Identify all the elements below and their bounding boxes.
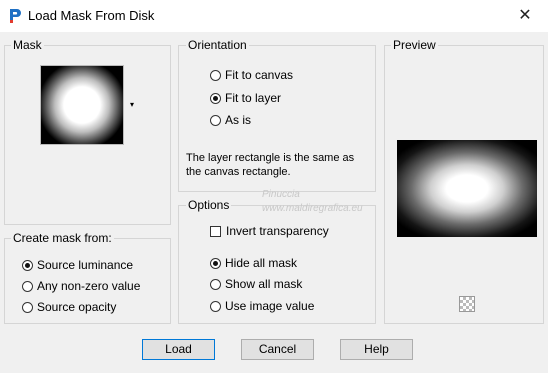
- invert-transparency-checkbox[interactable]: Invert transparency: [210, 224, 329, 238]
- radio-label: Fit to canvas: [225, 68, 294, 82]
- radio-label: Show all mask: [225, 277, 303, 291]
- radio-dot[interactable]: [210, 114, 221, 126]
- radio-label: Fit to layer: [225, 91, 282, 105]
- options-group-label: Options: [186, 198, 232, 212]
- radio-fit-to-canvas[interactable]: Fit to canvas: [210, 68, 293, 82]
- radio-label: Source luminance: [37, 258, 134, 272]
- close-icon[interactable]: ✕: [502, 0, 548, 32]
- mask-group-label: Mask: [11, 38, 44, 52]
- orientation-description: The layer rectangle is the same as the c…: [186, 152, 355, 178]
- radio-label: Hide all mask: [225, 256, 298, 270]
- radio-dot[interactable]: [22, 301, 33, 313]
- radio-dot[interactable]: [22, 259, 33, 271]
- cancel-button[interactable]: Cancel: [241, 339, 314, 360]
- radio-dot[interactable]: [210, 257, 221, 269]
- radio-dot[interactable]: [210, 300, 221, 312]
- preview-group-label: Preview: [391, 38, 438, 52]
- help-button[interactable]: Help: [340, 339, 413, 360]
- checkbox-box[interactable]: [210, 225, 221, 237]
- window-title: Load Mask From Disk: [28, 8, 155, 23]
- watermark-line2: www.maldiregrafica.eu: [262, 203, 363, 214]
- radio-source-opacity[interactable]: Source opacity: [22, 300, 116, 314]
- radio-show-all-mask[interactable]: Show all mask: [210, 277, 302, 291]
- radio-source-luminance[interactable]: Source luminance: [22, 258, 133, 272]
- radio-label: Source opacity: [37, 300, 117, 314]
- checkbox-label: Invert transparency: [226, 224, 329, 238]
- radio-use-image-value[interactable]: Use image value: [210, 299, 314, 313]
- radio-any-non-zero-value[interactable]: Any non-zero value: [22, 279, 140, 293]
- transparency-toggle-icon[interactable]: [459, 296, 475, 312]
- radio-hide-all-mask[interactable]: Hide all mask: [210, 256, 297, 270]
- radio-dot[interactable]: [210, 69, 221, 81]
- radio-label: Use image value: [225, 299, 315, 313]
- title-bar: Load Mask From Disk ✕: [0, 0, 548, 32]
- paint-shop-pro-icon: [10, 9, 21, 23]
- load-button[interactable]: Load: [142, 339, 215, 360]
- radio-dot[interactable]: [210, 278, 221, 290]
- radio-label: Any non-zero value: [37, 279, 141, 293]
- chevron-down-icon[interactable]: ▾: [130, 100, 134, 109]
- radio-as-is[interactable]: As is: [210, 113, 251, 127]
- orientation-group-label: Orientation: [186, 38, 249, 52]
- mask-thumbnail[interactable]: [40, 65, 124, 145]
- radio-dot[interactable]: [210, 92, 221, 104]
- radio-dot[interactable]: [22, 280, 33, 292]
- preview-gradient: [397, 140, 537, 237]
- radio-label: As is: [225, 113, 252, 127]
- watermark-line1: Pinuccia: [262, 189, 300, 200]
- create-mask-from-label: Create mask from:: [11, 231, 114, 245]
- radio-fit-to-layer[interactable]: Fit to layer: [210, 91, 281, 105]
- preview-image: [397, 140, 537, 237]
